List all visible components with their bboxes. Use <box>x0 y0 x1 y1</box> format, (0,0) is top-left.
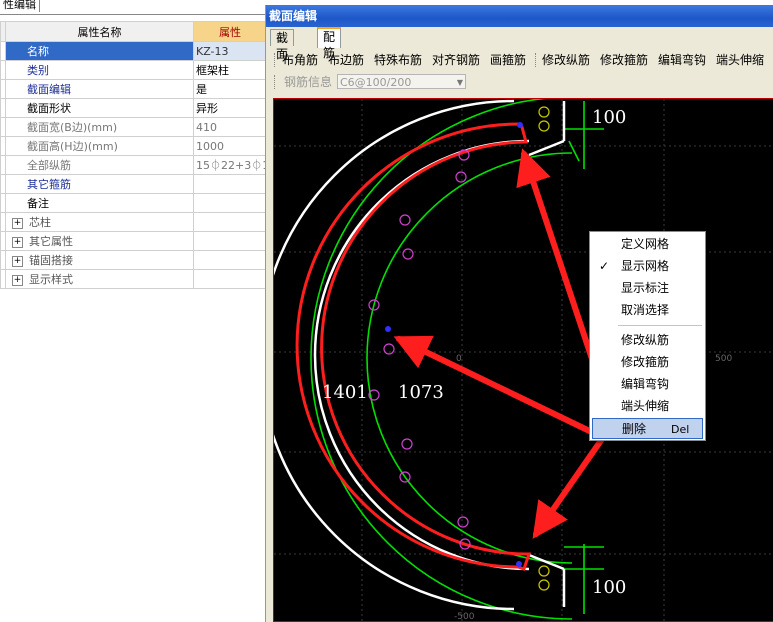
property-value[interactable]: KZ-13 <box>193 41 267 61</box>
property-name[interactable]: 截面形状 <box>5 98 194 118</box>
menu-item-show-dimensions[interactable]: 显示标注 <box>592 278 703 299</box>
property-value[interactable]: 是 <box>193 79 267 99</box>
delete-shortcut: Del <box>671 423 690 436</box>
property-row-section-edit[interactable]: 截面编辑 是 <box>0 79 267 99</box>
toolbar-grip <box>274 53 276 67</box>
edit-stirrup-button[interactable]: 修改箍筋 <box>600 50 648 70</box>
group-label[interactable]: 芯柱 <box>29 216 51 229</box>
property-row-width[interactable]: 截面宽(B边)(mm) 410 <box>0 117 267 137</box>
property-row-category[interactable]: 类别 框架柱 <box>0 60 267 80</box>
menu-separator <box>618 325 702 326</box>
property-edit-tab[interactable]: 性编辑 <box>0 0 40 12</box>
property-group-core-column[interactable]: + 芯柱 <box>0 212 267 232</box>
rebar-info-select[interactable]: C6@100/200 ▼ <box>337 74 466 89</box>
menu-item-edit-hook[interactable]: 编辑弯钩 <box>592 374 703 395</box>
property-value[interactable]: 框架柱 <box>193 60 267 80</box>
expand-icon[interactable]: + <box>12 274 23 286</box>
property-value[interactable]: 1000 <box>193 136 267 156</box>
expand-icon[interactable]: + <box>12 236 23 248</box>
property-value[interactable]: 异形 <box>193 98 267 118</box>
property-value[interactable]: 15⏀22+3⏀1 <box>193 155 267 175</box>
axis-label-x: 500 <box>715 354 732 364</box>
property-table: 属性名称 属性 名称 KZ-13 类别 框架柱 截面编辑 是 截面形状 异形 截… <box>0 21 267 289</box>
group-label[interactable]: 锚固搭接 <box>29 254 73 267</box>
corner-rebar-button[interactable]: 布角筋 <box>282 50 318 70</box>
chevron-down-icon: ▼ <box>456 78 463 87</box>
menu-item-define-grid[interactable]: 定义网格 <box>592 234 703 255</box>
expand-icon[interactable]: + <box>12 255 23 267</box>
align-rebar-button[interactable]: 对齐钢筋 <box>432 50 480 70</box>
group-label[interactable]: 其它属性 <box>29 235 73 248</box>
property-value[interactable]: 410 <box>193 117 267 137</box>
property-name[interactable]: 截面高(H边)(mm) <box>5 136 194 156</box>
property-name[interactable]: 截面宽(B边)(mm) <box>5 117 194 137</box>
menu-item-edit-stirrup[interactable]: 修改箍筋 <box>592 352 703 373</box>
property-name[interactable]: 全部纵筋 <box>5 155 194 175</box>
header-value[interactable]: 属性 <box>193 21 267 42</box>
property-group-other-attrs[interactable]: + 其它属性 <box>0 231 267 251</box>
property-group-display-style[interactable]: + 显示样式 <box>0 269 267 289</box>
property-panel-tabbar: 性编辑 <box>0 0 266 15</box>
end-extend-button[interactable]: 端头伸缩 <box>716 50 764 70</box>
property-name[interactable]: 名称 <box>5 41 194 61</box>
dim-label-top: 100 <box>592 107 626 128</box>
group-label[interactable]: 显示样式 <box>29 273 73 286</box>
tab-section[interactable]: 截面 <box>270 29 295 61</box>
section-outline <box>274 99 566 611</box>
edit-longitudinal-button[interactable]: 修改纵筋 <box>542 50 590 70</box>
dim-label-inner-radius: 1073 <box>398 382 444 403</box>
menu-item-show-grid[interactable]: ✓ 显示网格 <box>592 256 703 277</box>
property-value[interactable] <box>193 193 267 213</box>
property-row-other-stirrups[interactable]: 其它箍筋 <box>0 174 267 194</box>
menu-item-end-extend[interactable]: 端头伸缩 <box>592 396 703 417</box>
reinforcement-toolbar: 布角筋 布边筋 特殊布筋 对齐钢筋 画箍筋 修改纵筋 修改箍筋 编辑弯钩 端头伸… <box>270 50 773 70</box>
draw-stirrup-button[interactable]: 画箍筋 <box>490 50 526 70</box>
context-menu: 定义网格 ✓ 显示网格 显示标注 取消选择 修改纵筋 修改箍筋 编辑弯钩 端头伸缩… <box>589 231 706 441</box>
toolbar-separator <box>535 53 537 67</box>
property-value[interactable] <box>193 174 267 194</box>
window-title[interactable]: 截面编辑 <box>266 5 773 27</box>
checkmark-icon: ✓ <box>599 259 610 273</box>
rebar-info-value: C6@100/200 <box>340 76 412 89</box>
property-row-height[interactable]: 截面高(H边)(mm) 1000 <box>0 136 267 156</box>
menu-item-edit-longitudinal[interactable]: 修改纵筋 <box>592 330 703 351</box>
toolbar-grip <box>274 75 276 89</box>
property-table-header: 属性名称 属性 <box>0 21 267 42</box>
axis-label-y: -500 <box>454 612 475 622</box>
property-row-remark[interactable]: 备注 <box>0 193 267 213</box>
special-rebar-button[interactable]: 特殊布筋 <box>374 50 422 70</box>
dim-label-bottom: 100 <box>592 577 626 598</box>
dim-label-outer-radius: 1401 <box>322 382 368 403</box>
menu-item-delete[interactable]: 删除 Del <box>592 418 703 439</box>
property-group-anchorage[interactable]: + 锚固搭接 <box>0 250 267 270</box>
property-name[interactable]: 类别 <box>5 60 194 80</box>
property-row-all-longitudinal[interactable]: 全部纵筋 15⏀22+3⏀1 <box>0 155 267 175</box>
property-row-name[interactable]: 名称 KZ-13 <box>0 41 267 61</box>
rebar-info-label: 钢筋信息 <box>284 75 333 89</box>
header-name[interactable]: 属性名称 <box>5 21 194 42</box>
property-name[interactable]: 其它箍筋 <box>5 174 194 194</box>
axis-label-origin: 0 <box>456 354 462 364</box>
edit-hook-button[interactable]: 编辑弯钩 <box>658 50 706 70</box>
expand-icon[interactable]: + <box>12 217 23 229</box>
menu-item-cancel-selection[interactable]: 取消选择 <box>592 300 703 321</box>
edge-rebar-button[interactable]: 布边筋 <box>328 50 364 70</box>
property-name[interactable]: 截面编辑 <box>5 79 194 99</box>
property-name[interactable]: 备注 <box>5 193 194 213</box>
tab-reinforcement[interactable]: 配筋 <box>317 27 342 60</box>
property-row-section-shape[interactable]: 截面形状 异形 <box>0 98 267 118</box>
